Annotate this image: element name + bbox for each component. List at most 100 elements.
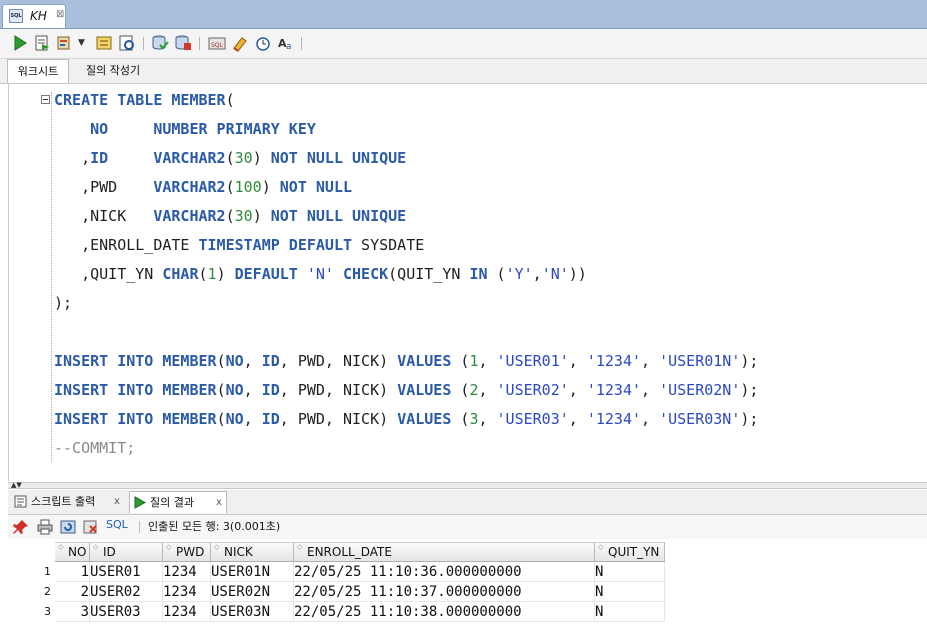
tab-worksheet[interactable]: 워크시트 <box>7 59 69 83</box>
sql-file-icon: SQL <box>9 9 23 23</box>
code-line[interactable]: INSERT INTO MEMBER(NO, ID, PWD, NICK) VA… <box>54 405 758 434</box>
code-token: ) <box>261 178 280 196</box>
column-header-quit-yn[interactable]: ◇ QUIT_YN <box>595 542 665 562</box>
code-token: '1234' <box>586 381 642 399</box>
code-token: NO <box>225 410 244 428</box>
history-icon[interactable] <box>254 34 272 52</box>
code-line[interactable]: INSERT INTO MEMBER(NO, ID, PWD, NICK) VA… <box>54 376 758 405</box>
code-token: ,PWD <box>54 178 154 196</box>
cell-quit-yn[interactable]: N <box>595 562 665 582</box>
code-token: ,ENROLL_DATE <box>54 236 199 254</box>
cell-quit-yn[interactable]: N <box>595 582 665 602</box>
cell-pwd[interactable]: 1234 <box>163 582 211 602</box>
tab-script-output[interactable]: 스크립트 출력 x <box>11 491 124 513</box>
close-tab-icon[interactable]: ⊠ <box>56 9 64 20</box>
cell-pwd[interactable]: 1234 <box>163 602 211 622</box>
cell-enroll-date[interactable]: 22/05/25 11:10:37.000000000 <box>294 582 595 602</box>
code-token: 'USER02' <box>496 381 569 399</box>
code-token: , <box>568 352 587 370</box>
code-token: , <box>641 410 660 428</box>
pin-icon[interactable] <box>13 519 29 535</box>
code-token: ( <box>216 410 226 428</box>
cell-id[interactable]: USER02 <box>90 582 163 602</box>
clear-icon[interactable] <box>231 34 249 52</box>
cell-enroll-date[interactable]: 22/05/25 11:10:38.000000000 <box>294 602 595 622</box>
code-line[interactable]: ,ENROLL_DATE TIMESTAMP DEFAULT SYSDATE <box>54 231 758 260</box>
run-statement-icon[interactable] <box>11 34 29 52</box>
column-header-enroll-date[interactable]: ◇ ENROLL_DATE <box>294 542 595 562</box>
sql-link[interactable]: SQL <box>106 518 128 531</box>
code-line[interactable]: CREATE TABLE MEMBER( <box>54 86 758 115</box>
row-number[interactable]: 3 <box>8 602 51 622</box>
toolbar-separator <box>199 37 200 50</box>
code-token: , <box>243 352 262 370</box>
column-header-nick[interactable]: ◇ NICK <box>211 542 294 562</box>
code-line[interactable]: ,PWD VARCHAR2(100) NOT NULL <box>54 173 758 202</box>
code-token: CHAR <box>162 265 199 283</box>
code-token: , <box>641 352 660 370</box>
script-output-icon <box>14 495 27 508</box>
run-script-icon[interactable] <box>33 34 51 52</box>
code-token: 'USER01N' <box>659 352 741 370</box>
sql-tuning-icon[interactable] <box>118 34 136 52</box>
toolbar-separator <box>301 37 302 50</box>
cell-nick[interactable]: USER03N <box>211 602 294 622</box>
row-number[interactable]: 1 <box>8 562 51 582</box>
cell-pwd[interactable]: 1234 <box>163 562 211 582</box>
tab-query-builder[interactable]: 질의 작성기 <box>86 59 140 83</box>
explain-plan-icon[interactable] <box>95 34 113 52</box>
fold-collapse-icon[interactable] <box>41 95 50 104</box>
cell-nick[interactable]: USER01N <box>211 562 294 582</box>
split-arrows-icon[interactable]: ▲▼ <box>11 482 22 489</box>
cell-quit-yn[interactable]: N <box>595 602 665 622</box>
code-token: DEFAULT <box>234 265 298 283</box>
row-number[interactable]: 2 <box>8 582 51 602</box>
code-token: NO <box>90 120 109 138</box>
cell-enroll-date[interactable]: 22/05/25 11:10:36.000000000 <box>294 562 595 582</box>
format-icon[interactable]: Aa <box>277 34 295 52</box>
code-line[interactable]: ); <box>54 289 758 318</box>
cell-nick[interactable]: USER02N <box>211 582 294 602</box>
dropdown-arrow-icon[interactable]: ▼ <box>78 34 96 52</box>
split-divider[interactable]: ▲▼ <box>8 482 927 489</box>
code-token: 'N' <box>306 265 334 283</box>
code-token: 30 <box>234 149 253 167</box>
sql-code[interactable]: CREATE TABLE MEMBER( NO NUMBER PRIMARY K… <box>54 86 758 463</box>
column-header-id[interactable]: ◇ ID <box>90 542 163 562</box>
code-line[interactable]: --COMMIT; <box>54 434 758 463</box>
print-icon[interactable] <box>37 519 53 535</box>
autotrace-icon[interactable] <box>55 34 73 52</box>
code-line[interactable]: ,QUIT_YN CHAR(1) DEFAULT 'N' CHECK(QUIT_… <box>54 260 758 289</box>
cell-id[interactable]: USER03 <box>90 602 163 622</box>
cell-id[interactable]: USER01 <box>90 562 163 582</box>
code-token: VARCHAR2 <box>153 149 226 167</box>
document-tab-kh[interactable]: SQL KH ⊠ <box>2 4 66 28</box>
code-token: 1 <box>207 265 217 283</box>
cell-no[interactable]: 3 <box>55 602 90 622</box>
code-token: ( <box>451 410 470 428</box>
close-icon[interactable]: x <box>114 491 120 513</box>
code-token: 100 <box>234 178 262 196</box>
tab-query-result[interactable]: 질의 결과 x <box>129 491 227 513</box>
code-line[interactable]: ,NICK VARCHAR2(30) NOT NULL UNIQUE <box>54 202 758 231</box>
column-header-pwd[interactable]: ◇ PWD <box>163 542 211 562</box>
column-header-no[interactable]: ◇ NO <box>55 542 90 562</box>
code-token: ( <box>216 381 226 399</box>
code-token: ( <box>451 352 470 370</box>
refresh-icon[interactable] <box>60 519 76 535</box>
code-token: , <box>641 381 660 399</box>
export-icon[interactable] <box>83 519 99 535</box>
code-line[interactable]: NO NUMBER PRIMARY KEY <box>54 115 758 144</box>
commit-icon[interactable] <box>151 34 169 52</box>
code-line[interactable]: INSERT INTO MEMBER(NO, ID, PWD, NICK) VA… <box>54 347 758 376</box>
code-token: VARCHAR2 <box>153 207 226 225</box>
code-line[interactable]: ,ID VARCHAR2(30) NOT NULL UNIQUE <box>54 144 758 173</box>
code-line[interactable] <box>54 318 758 347</box>
cell-no[interactable]: 1 <box>55 562 90 582</box>
rollback-icon[interactable] <box>174 34 192 52</box>
close-icon[interactable]: x <box>216 492 222 514</box>
sql-monitor-icon[interactable]: SQL <box>208 34 226 52</box>
code-token: ,QUIT_YN <box>54 265 163 283</box>
cell-no[interactable]: 2 <box>55 582 90 602</box>
code-token: NO <box>225 381 244 399</box>
